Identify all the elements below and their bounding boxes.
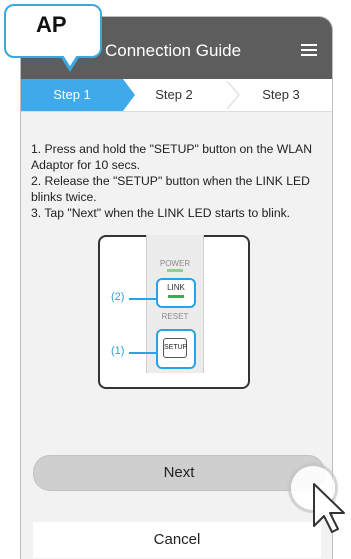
setup-button-highlight: SETUP: [156, 329, 196, 369]
power-led: [167, 269, 183, 272]
instruction-1: 1. Press and hold the "SETUP" button on …: [31, 142, 312, 172]
step-3-tab: Step 3: [262, 87, 300, 102]
link-label: LINK: [167, 283, 185, 292]
callout-link-line: [129, 298, 157, 300]
next-button[interactable]: Next: [33, 455, 325, 491]
callout-setup: (1): [111, 345, 125, 357]
instruction-2: 2. Release the "SETUP" button when the L…: [31, 174, 310, 204]
cancel-button[interactable]: Cancel: [33, 522, 321, 558]
ap-badge: AP: [4, 4, 102, 58]
wlan-adaptor-illustration: POWER LINK RESET SETUP (2) (1): [98, 235, 250, 389]
step-progress: Step 1 Step 2 Step 3: [21, 79, 332, 112]
link-led-highlight: LINK: [156, 278, 196, 308]
step-separator-icon: [226, 81, 240, 109]
instructions: 1. Press and hold the "SETUP" button on …: [31, 141, 331, 221]
page-title: Connection Guide: [105, 41, 242, 60]
callout-link: (2): [111, 291, 125, 303]
step-1-tab: Step 1: [21, 79, 123, 111]
setup-button: SETUP: [163, 338, 187, 358]
step-2-tab: Step 2: [155, 87, 193, 102]
ap-badge-text: AP: [36, 12, 67, 37]
callout-setup-line: [129, 352, 157, 354]
instruction-3: 3. Tap "Next" when the LINK LED starts t…: [31, 206, 291, 220]
link-led: [168, 295, 184, 298]
reset-label: RESET: [161, 312, 189, 321]
cursor-icon: [313, 483, 345, 533]
app-frame: ‹ Connection Guide Step 1 Step 2 Step 3 …: [20, 16, 333, 559]
step-1-arrow: [123, 79, 135, 111]
menu-icon[interactable]: [301, 44, 317, 56]
ap-badge-pointer-inner: [63, 55, 77, 66]
power-label: POWER: [159, 259, 191, 268]
